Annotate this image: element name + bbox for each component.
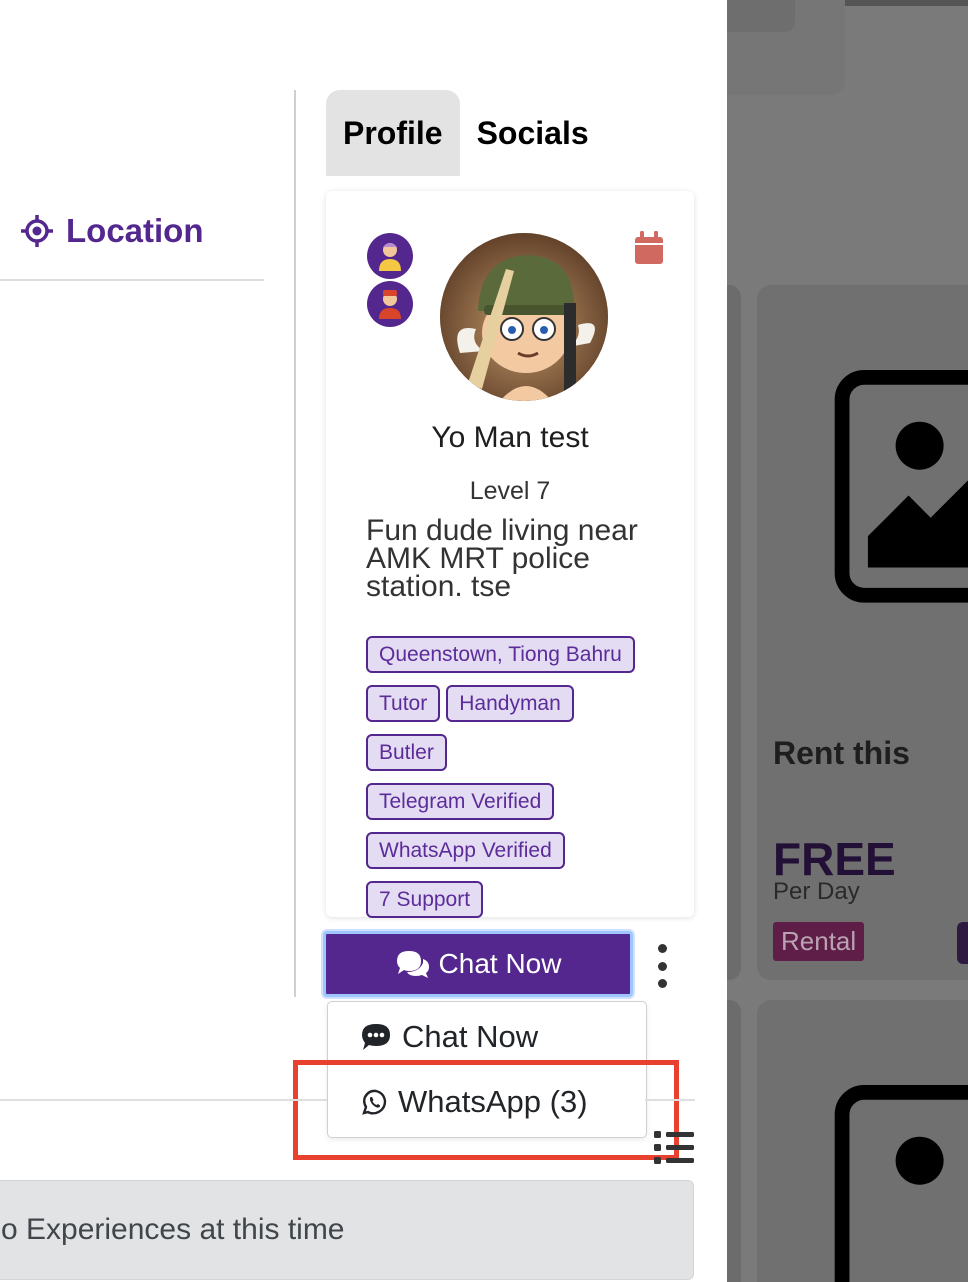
listing-badge-partial [957, 922, 968, 964]
listing-title: Rent this [773, 735, 910, 771]
chat-now-button[interactable]: Chat Now [323, 931, 633, 997]
tag: Butler [366, 734, 447, 771]
tab-profile[interactable]: Profile [326, 90, 460, 176]
background-card-edge [727, 1000, 741, 1282]
profile-tags: Queenstown, Tiong Bahru Tutor Handyman B… [366, 636, 666, 918]
profile-bio: Fun dude living near AMK MRT police stat… [366, 514, 638, 603]
divider [645, 1099, 695, 1101]
background-listing-card [757, 1000, 968, 1282]
more-options-icon[interactable] [654, 944, 670, 988]
image-placeholder-icon [834, 370, 968, 603]
menu-item-label: Chat Now [402, 1019, 539, 1054]
role-badge-icon [367, 233, 413, 279]
no-experiences-alert: o Experiences at this time [0, 1180, 694, 1280]
profile-tabs: Profile Socials [326, 90, 606, 176]
tag: Queenstown, Tiong Bahru [366, 636, 635, 673]
location-label: Location [66, 212, 204, 249]
profile-name: Yo Man test [431, 421, 589, 454]
tag: Telegram Verified [366, 783, 555, 820]
tab-socials[interactable]: Socials [460, 90, 606, 176]
listing-period: Per Day [773, 878, 860, 905]
menu-item-chat-now[interactable]: Chat Now [360, 1019, 538, 1055]
no-experiences-message: o Experiences at this time [1, 1213, 345, 1246]
annotation-highlight [293, 1060, 679, 1160]
image-placeholder-icon [834, 1085, 968, 1282]
location-heading[interactable]: Location [20, 212, 204, 250]
tag: 7 Support [366, 881, 484, 918]
tag: Tutor [366, 685, 441, 722]
crosshair-icon [21, 215, 53, 247]
chat-now-label: Chat Now [438, 948, 562, 979]
tag: Handyman [446, 685, 574, 722]
background-card-edge [727, 285, 741, 980]
listing-category-badge: Rental [773, 922, 865, 961]
list-view-icon[interactable] [654, 1131, 696, 1165]
background-overlay: Rent this FREE Per Day Rental [727, 0, 968, 1282]
profile-card: Yo Man test Level 7 Fun dude living near… [326, 191, 694, 918]
tag: WhatsApp Verified [366, 832, 565, 869]
role-badge-icon [367, 281, 413, 327]
avatar [440, 233, 608, 401]
comment-dots-icon [362, 1024, 390, 1050]
calendar-icon[interactable] [634, 231, 664, 265]
profile-level: Level 7 [469, 477, 551, 505]
divider [0, 279, 264, 281]
comments-icon [396, 951, 429, 978]
divider [0, 1099, 327, 1101]
column-divider [294, 90, 296, 997]
background-stripe [845, 0, 968, 6]
background-box [727, 0, 845, 95]
